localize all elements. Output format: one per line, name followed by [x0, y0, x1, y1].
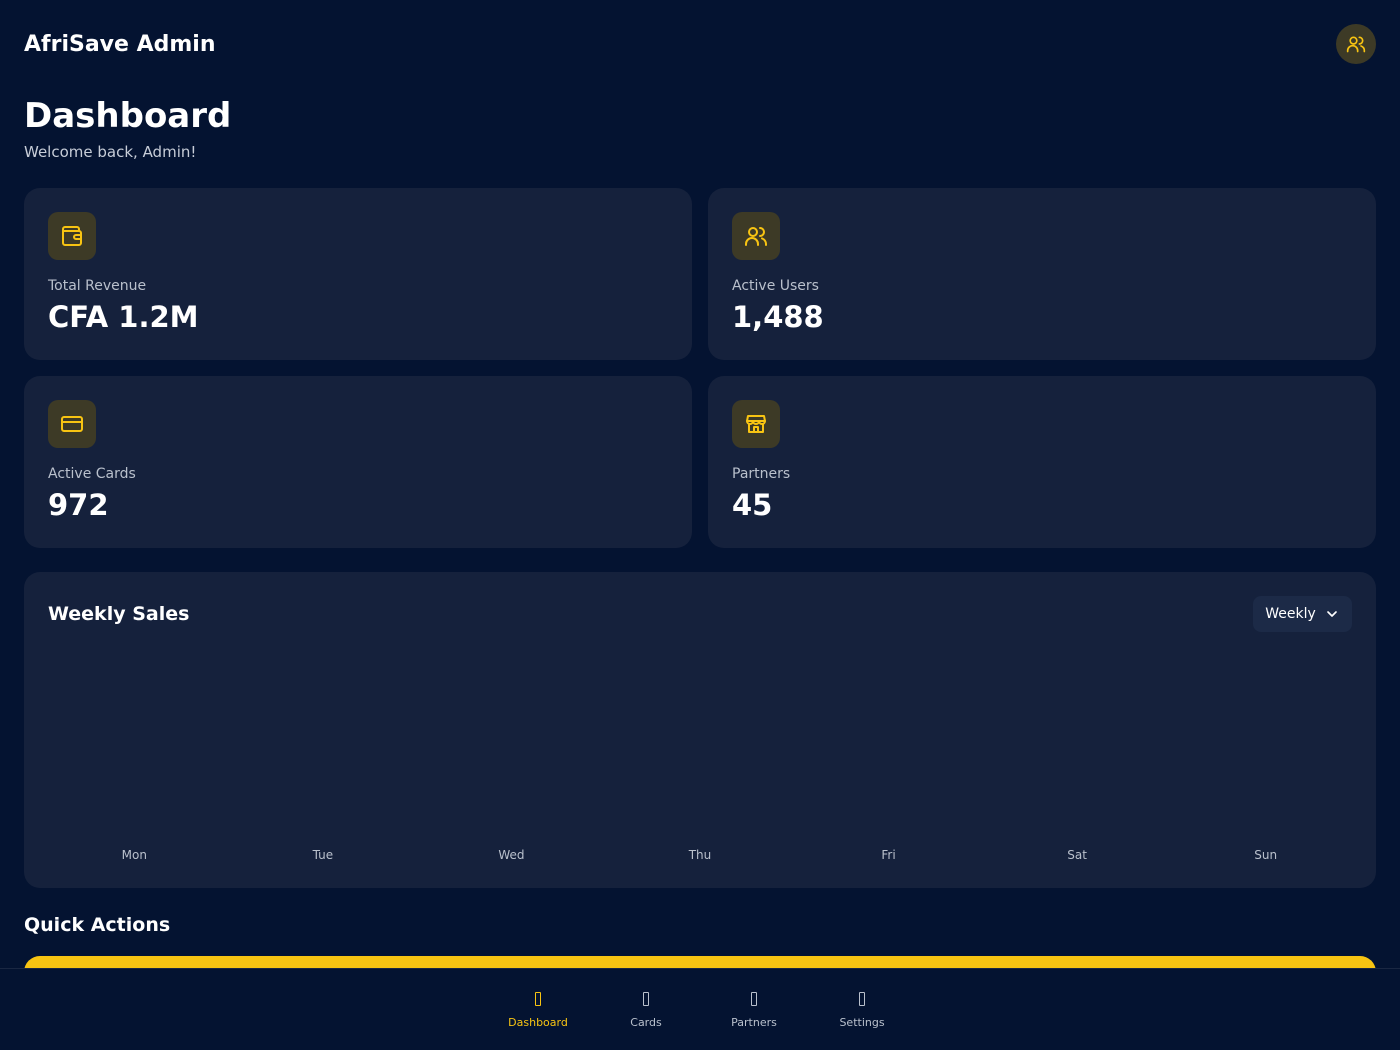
nav-item-dashboard[interactable]: Dashboard	[484, 969, 592, 1050]
partners-icon	[751, 991, 757, 1006]
nav-label: Settings	[839, 1015, 885, 1029]
stat-card-active-users: Active Users 1,488	[708, 188, 1376, 360]
day-label: Thu	[688, 848, 712, 862]
nav-label: Cards	[630, 1015, 662, 1029]
nav-label: Dashboard	[508, 1015, 568, 1029]
page-subtitle: Welcome back, Admin!	[24, 143, 197, 161]
period-select-value: Weekly	[1265, 606, 1316, 622]
day-label: Wed	[498, 848, 525, 862]
stat-value: 1,488	[732, 300, 824, 334]
day-label: Tue	[312, 848, 334, 862]
users-icon	[732, 212, 780, 260]
nav-label: Partners	[731, 1015, 777, 1029]
stat-card-active-cards: Active Cards 972	[24, 376, 692, 548]
nav-item-settings[interactable]: Settings	[808, 969, 916, 1050]
stat-value: 45	[732, 488, 773, 522]
wallet-icon	[48, 212, 96, 260]
day-label: Sun	[1254, 848, 1278, 862]
stat-label: Partners	[732, 466, 791, 482]
header: AfriSave Admin	[24, 24, 1376, 64]
nav-item-cards[interactable]: Cards	[592, 969, 700, 1050]
stat-label: Active Cards	[48, 466, 136, 482]
stat-card-total-revenue: Total Revenue CFA 1.2M	[24, 188, 692, 360]
stat-label: Active Users	[732, 278, 819, 294]
day-label: Sat	[1067, 848, 1087, 862]
period-select[interactable]: Weekly	[1253, 596, 1352, 632]
weekly-sales-title: Weekly Sales	[48, 603, 190, 625]
day-axis: Mon Tue Wed Thu Fri Sat Sun	[40, 848, 1360, 862]
stat-card-partners: Partners 45	[708, 376, 1376, 548]
cards-icon	[643, 991, 649, 1006]
day-label: Fri	[881, 848, 896, 862]
quick-actions-title: Quick Actions	[24, 914, 171, 936]
bottom-nav: Dashboard Cards Partners Settings	[0, 968, 1400, 1050]
stat-value: 972	[48, 488, 109, 522]
credit-card-icon	[48, 400, 96, 448]
dashboard-icon	[535, 991, 541, 1006]
day-label: Mon	[121, 848, 147, 862]
users-icon	[1346, 36, 1366, 53]
chevron-down-icon	[1326, 611, 1337, 617]
store-icon	[732, 400, 780, 448]
nav-item-partners[interactable]: Partners	[700, 969, 808, 1050]
stat-value: CFA 1.2M	[48, 300, 199, 334]
stat-label: Total Revenue	[48, 278, 147, 294]
page-title: Dashboard	[24, 96, 232, 136]
settings-icon	[859, 991, 865, 1006]
app-title: AfriSave Admin	[24, 31, 216, 57]
profile-button[interactable]	[1336, 24, 1376, 64]
weekly-sales-card: Weekly Sales Weekly Mon Tue Wed Thu Fri …	[24, 572, 1376, 888]
